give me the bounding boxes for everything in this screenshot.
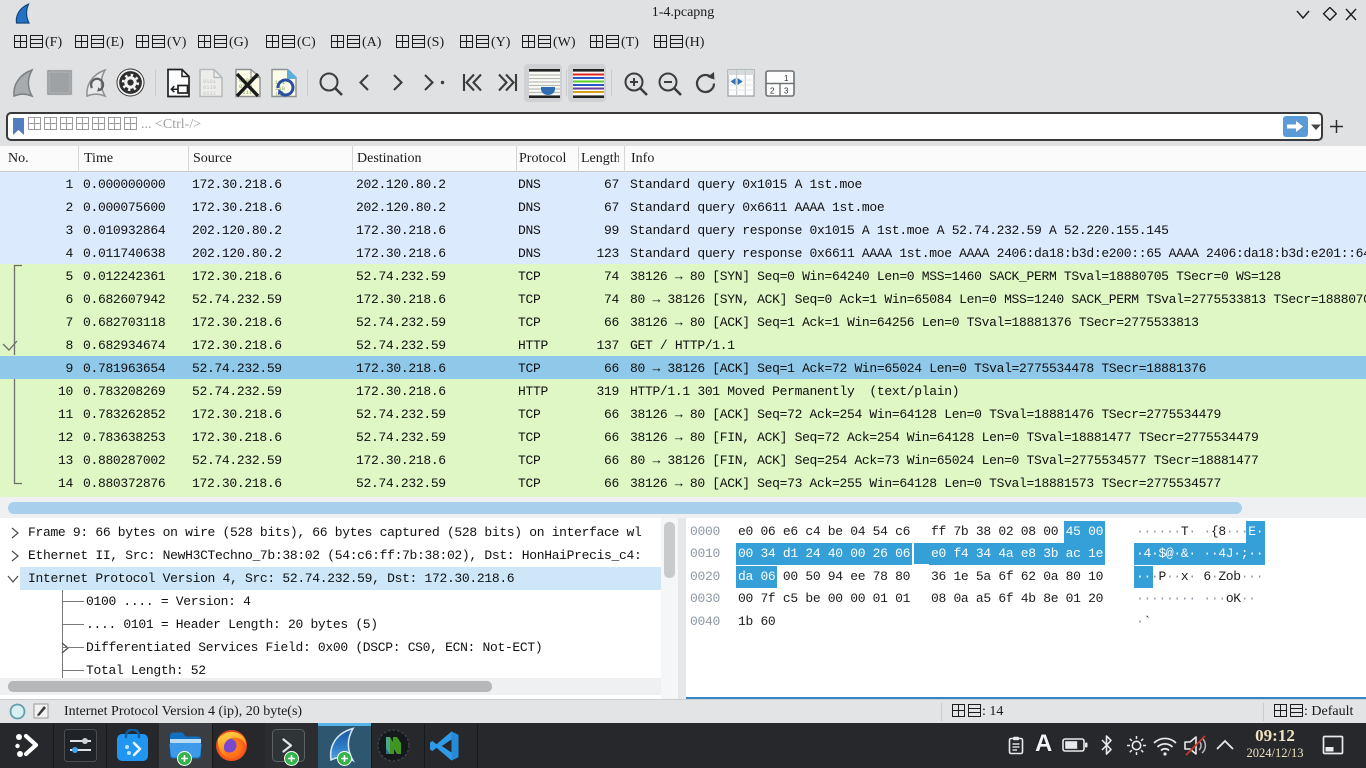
svg-text:0111: 0111 <box>203 90 217 97</box>
svg-text:3: 3 <box>784 87 789 96</box>
svg-text:2: 2 <box>770 87 775 96</box>
svg-text:1: 1 <box>784 74 789 83</box>
